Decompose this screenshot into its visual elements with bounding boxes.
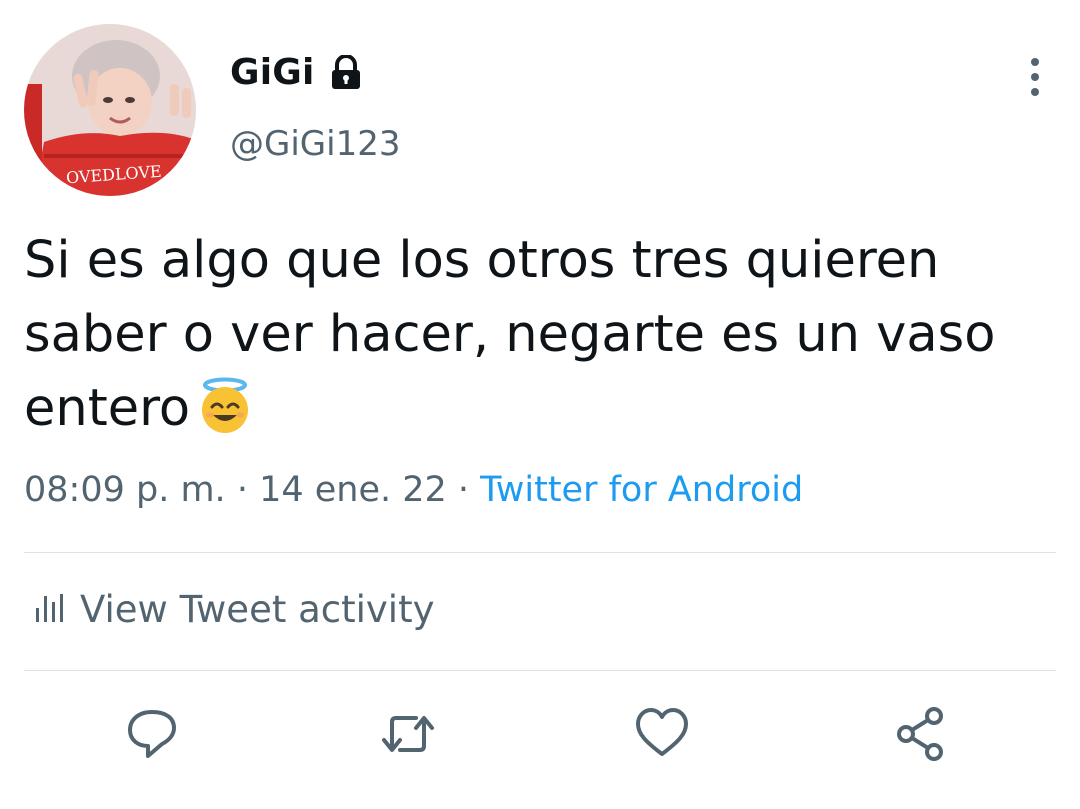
- more-options-icon[interactable]: [1018, 56, 1052, 98]
- tweet-source-link[interactable]: Twitter for Android: [480, 470, 803, 510]
- share-button[interactable]: [890, 704, 950, 764]
- lock-icon: [329, 53, 363, 91]
- display-name[interactable]: GiGi: [230, 52, 315, 93]
- tweet-text: Si es algo que los otros tres quieren sa…: [24, 224, 1054, 446]
- like-button[interactable]: [632, 704, 692, 764]
- tweet-date[interactable]: 14 ene. 22: [259, 470, 447, 510]
- tweet-detail: OVEDLOVE GiGi @GiGi123 Si es algo que lo…: [0, 0, 1080, 809]
- smiling-face-with-halo-icon: [196, 377, 254, 435]
- user-handle[interactable]: @GiGi123: [230, 124, 400, 164]
- view-tweet-activity-button[interactable]: View Tweet activity: [34, 588, 434, 631]
- tweet-meta: 08:09 p. m. · 14 ene. 22 · Twitter for A…: [24, 470, 803, 510]
- retweet-icon: [378, 716, 438, 768]
- meta-separator: ·: [225, 470, 260, 510]
- divider: [24, 670, 1056, 671]
- tweet-time[interactable]: 08:09 p. m.: [24, 470, 226, 510]
- retweet-button[interactable]: [378, 704, 438, 764]
- heart-icon: [632, 708, 692, 768]
- avatar[interactable]: OVEDLOVE: [24, 24, 196, 196]
- avatar-image: OVEDLOVE: [24, 24, 196, 196]
- view-tweet-activity-label: View Tweet activity: [80, 588, 435, 631]
- tweet-text-content: Si es algo que los otros tres quieren sa…: [24, 231, 996, 438]
- tweet-action-bar: [0, 704, 1080, 764]
- share-icon: [890, 707, 950, 768]
- meta-separator: ·: [446, 470, 481, 510]
- comment-icon: [122, 710, 182, 768]
- reply-button[interactable]: [122, 704, 182, 764]
- divider: [24, 552, 1056, 553]
- user-name-row[interactable]: GiGi: [230, 52, 363, 93]
- bar-chart-icon: [34, 592, 64, 628]
